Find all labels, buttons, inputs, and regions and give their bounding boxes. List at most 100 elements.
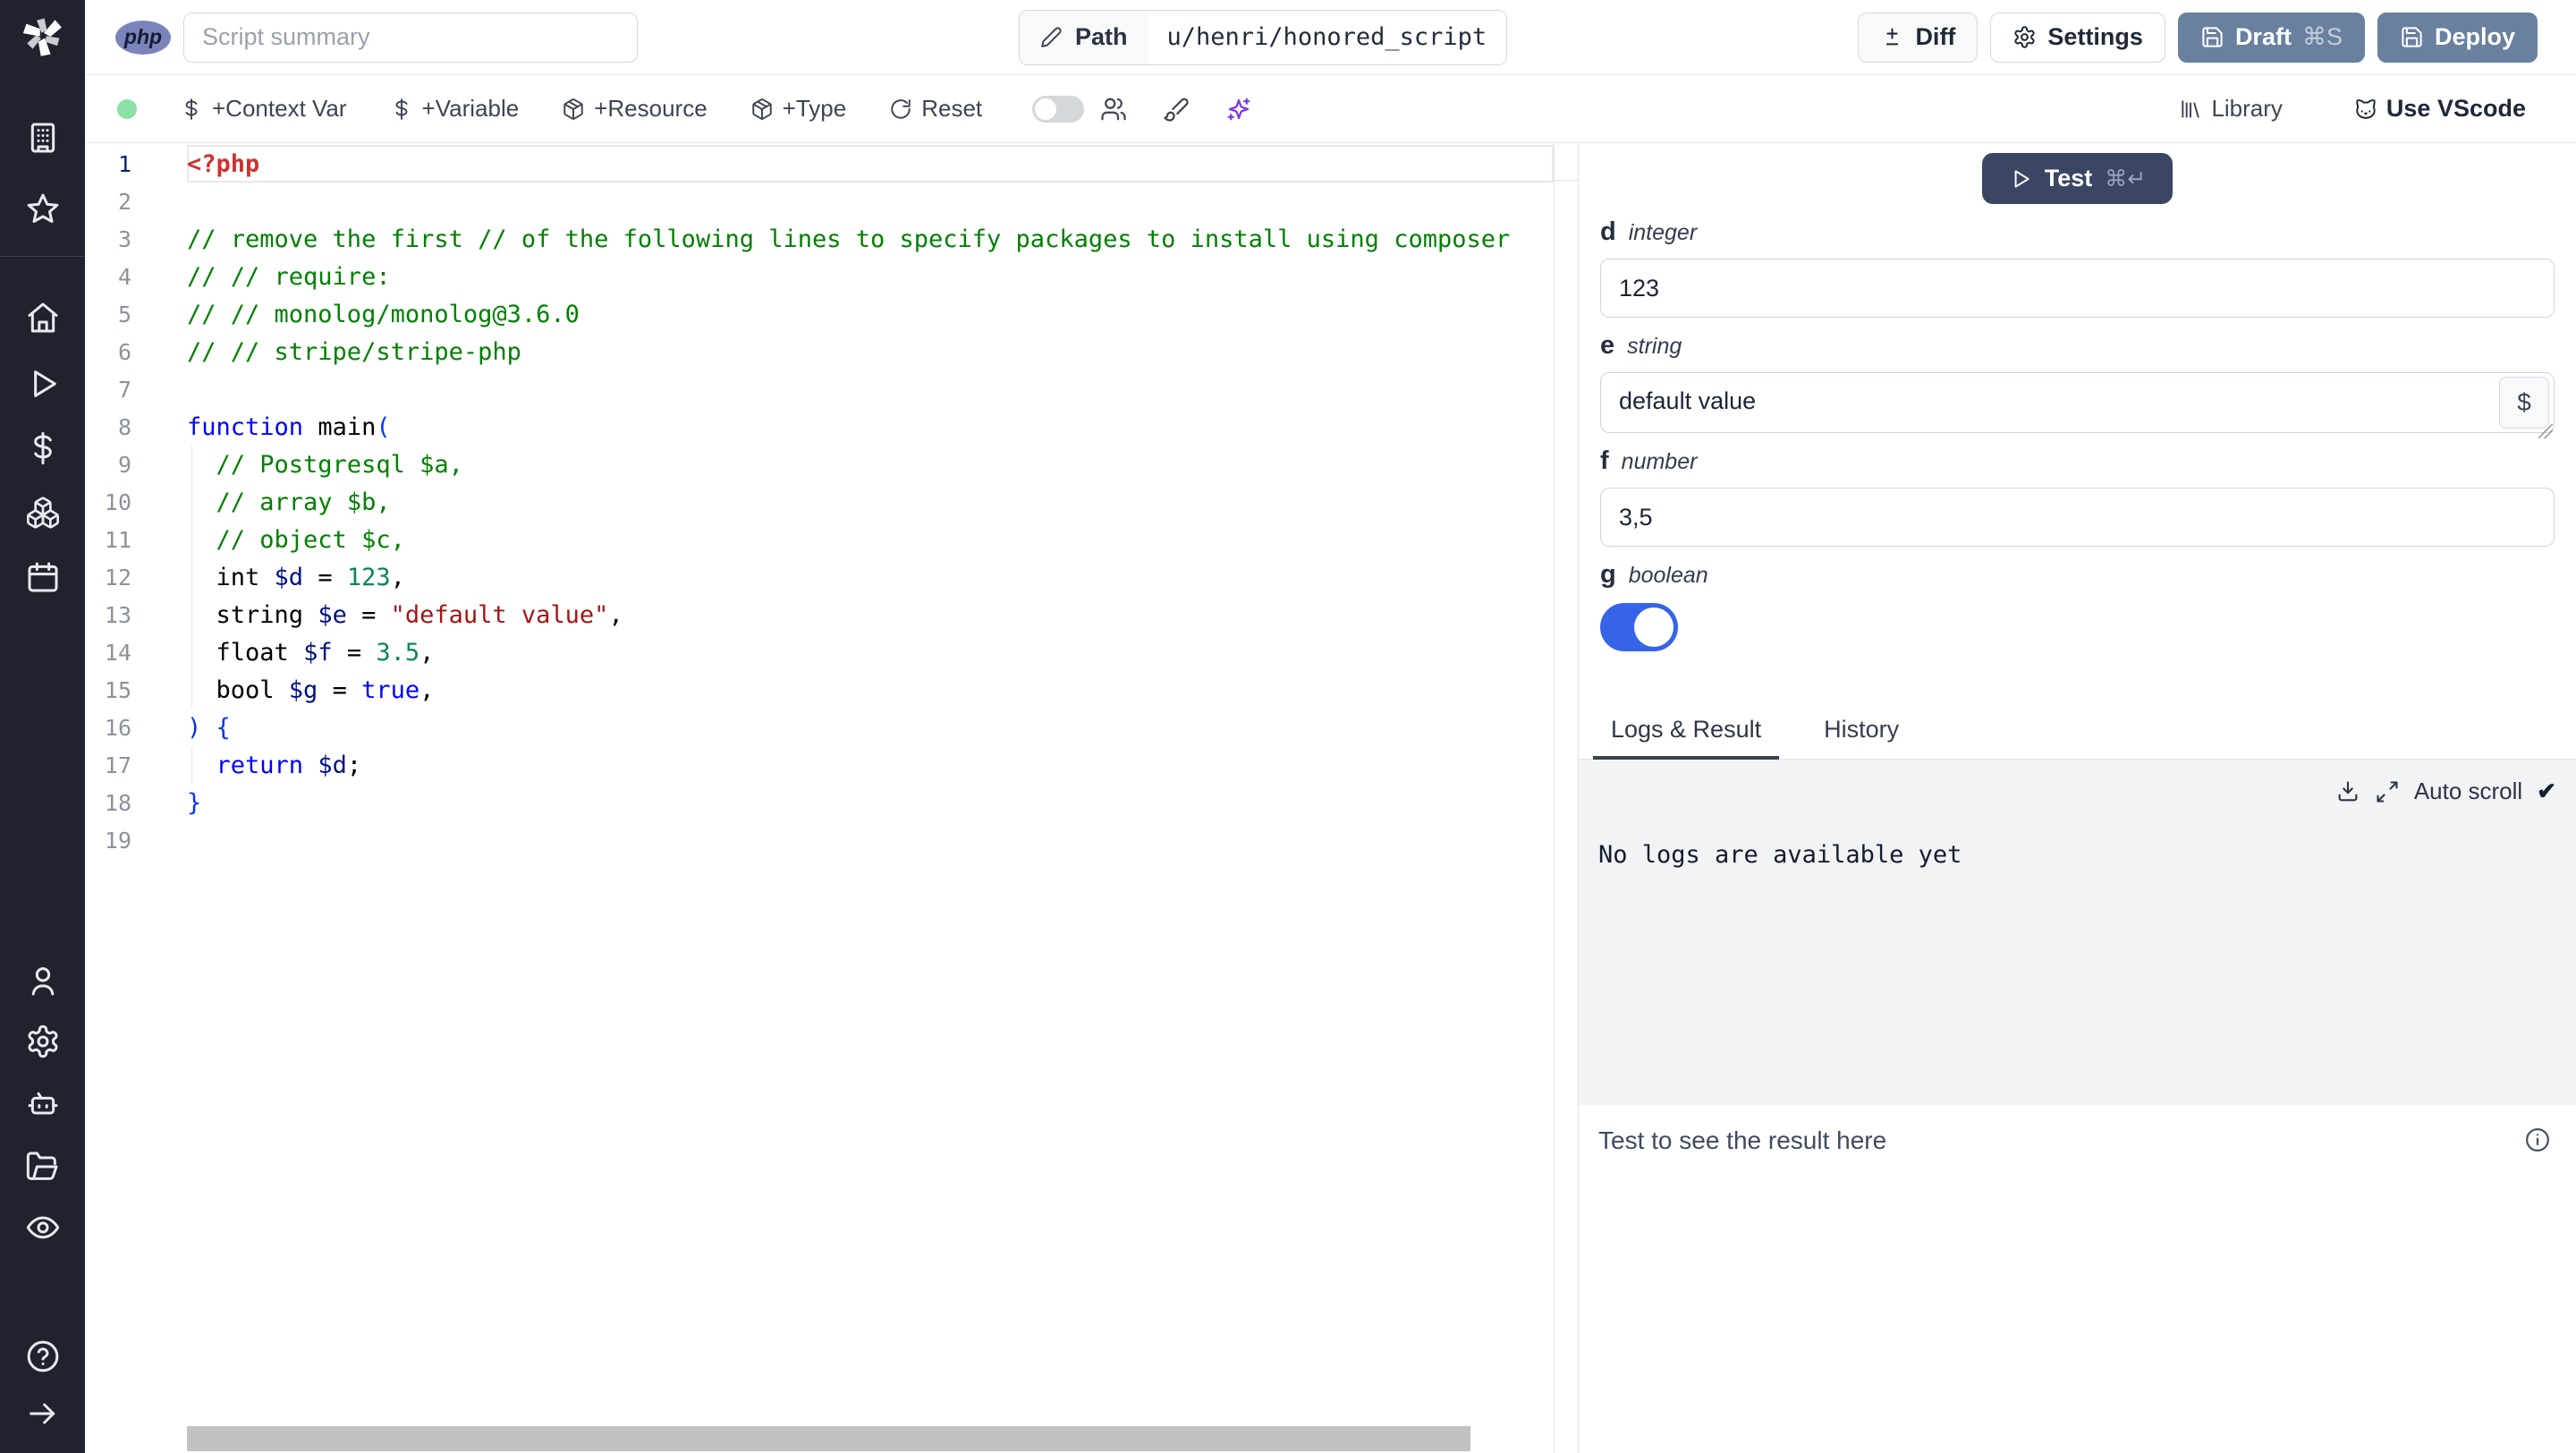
line-content: ) { bbox=[187, 713, 231, 742]
code-line: 7 bbox=[85, 370, 1554, 408]
diff-button[interactable]: Diff bbox=[1858, 12, 1979, 63]
library-button[interactable]: Library bbox=[2179, 95, 2283, 123]
tab-logs-result[interactable]: Logs & Result bbox=[1593, 716, 1780, 760]
reset-icon bbox=[889, 98, 912, 121]
line-number: 2 bbox=[117, 188, 131, 215]
code-line: 18} bbox=[85, 784, 1554, 821]
line-content: bool $g = true, bbox=[187, 671, 1554, 709]
toolbar-toggle[interactable] bbox=[1032, 95, 1085, 123]
line-number: 19 bbox=[104, 827, 131, 854]
line-content: return $d; bbox=[187, 746, 1554, 784]
help-icon[interactable] bbox=[23, 1337, 63, 1376]
line-content: float $f = 3.5, bbox=[187, 633, 1554, 671]
splitter-handle[interactable] bbox=[1555, 143, 1578, 181]
panel-tabs: Logs & Result History bbox=[1579, 716, 2576, 760]
topbar: php Path u/henri/honored_script Diff bbox=[85, 0, 2576, 75]
panel-splitter[interactable] bbox=[1554, 143, 1579, 1453]
line-content: // object $c, bbox=[187, 521, 1554, 558]
draft-button[interactable]: Draft ⌘S bbox=[2177, 12, 2365, 63]
line-content bbox=[187, 370, 1554, 408]
path-label: Path bbox=[1075, 23, 1128, 50]
test-shortcut: ⌘↵ bbox=[2105, 166, 2147, 191]
line-number: 7 bbox=[117, 376, 131, 403]
logs-section: Auto scroll ✔ No logs are available yet bbox=[1579, 760, 2576, 1105]
autoscroll-label[interactable]: Auto scroll bbox=[2414, 777, 2522, 805]
line-number: 3 bbox=[117, 225, 131, 252]
expand-sidebar-arrow-icon[interactable] bbox=[23, 1394, 63, 1433]
sidebar bbox=[0, 0, 85, 1453]
pencil-icon bbox=[1039, 26, 1063, 49]
result-placeholder: Test to see the result here bbox=[1598, 1126, 1887, 1154]
code-line: 6 // // stripe/stripe-php bbox=[85, 333, 1554, 370]
variables-dollar-icon[interactable] bbox=[23, 429, 63, 468]
star-icon[interactable] bbox=[23, 190, 63, 229]
line-content: int $d = 123, bbox=[187, 558, 1554, 596]
folders-icon[interactable] bbox=[23, 1147, 63, 1186]
runs-play-icon[interactable] bbox=[23, 364, 63, 404]
resources-boxes-icon[interactable] bbox=[23, 493, 63, 532]
dollar-icon bbox=[390, 98, 413, 121]
add-type-button[interactable]: +Type bbox=[750, 95, 846, 123]
script-summary-input[interactable] bbox=[183, 12, 638, 63]
test-panel: Test ⌘↵ dintegerestring$fnumbergboolean … bbox=[1579, 143, 2576, 1453]
field-g-toggle[interactable] bbox=[1600, 603, 1678, 651]
windmill-logo-icon[interactable] bbox=[18, 11, 68, 61]
download-logs-icon[interactable] bbox=[2335, 779, 2360, 804]
tab-history[interactable]: History bbox=[1806, 716, 1917, 760]
field-name: e bbox=[1600, 331, 1615, 360]
line-content: // array $b, bbox=[187, 483, 1554, 521]
expand-logs-icon[interactable] bbox=[2375, 779, 2400, 804]
insert-variable-button[interactable]: $ bbox=[2499, 377, 2549, 429]
app-root: php Path u/henri/honored_script Diff bbox=[0, 0, 2576, 1453]
workers-bot-icon[interactable] bbox=[23, 1084, 63, 1124]
deploy-button[interactable]: Deploy bbox=[2377, 12, 2538, 63]
line-number: 12 bbox=[104, 564, 131, 591]
line-number: 9 bbox=[117, 451, 131, 478]
line-content bbox=[187, 183, 1554, 220]
add-variable-button[interactable]: +Variable bbox=[390, 95, 519, 123]
add-resource-button[interactable]: +Resource bbox=[562, 95, 708, 123]
format-brush-icon[interactable] bbox=[1163, 96, 1190, 123]
status-dot bbox=[117, 98, 137, 119]
result-section: Test to see the result here bbox=[1579, 1105, 2576, 1453]
field-name: g bbox=[1600, 560, 1616, 589]
field-f-input[interactable] bbox=[1600, 488, 2555, 547]
save-icon bbox=[2200, 25, 2224, 49]
schedules-calendar-icon[interactable] bbox=[23, 557, 63, 597]
path-widget[interactable]: Path u/henri/honored_script bbox=[1019, 9, 1508, 65]
line-number: 10 bbox=[104, 489, 131, 515]
users-icon[interactable] bbox=[1100, 96, 1127, 123]
reset-button[interactable]: Reset bbox=[889, 95, 982, 123]
line-number: 6 bbox=[117, 338, 131, 365]
line-content: function main( bbox=[187, 412, 391, 441]
line-number: 13 bbox=[104, 601, 131, 628]
field-type: integer bbox=[1628, 220, 1698, 245]
building-icon[interactable] bbox=[23, 118, 63, 157]
line-number: 4 bbox=[117, 263, 131, 290]
test-button[interactable]: Test ⌘↵ bbox=[1982, 153, 2173, 204]
code-line: 10 // array $b, bbox=[85, 483, 1554, 521]
audit-eye-icon[interactable] bbox=[23, 1208, 63, 1247]
field-e-textarea[interactable] bbox=[1600, 372, 2555, 433]
resize-handle[interactable] bbox=[2538, 424, 2553, 438]
ai-sparkles-icon[interactable] bbox=[1225, 96, 1252, 123]
line-content bbox=[187, 821, 1554, 859]
logs-empty-message: No logs are available yet bbox=[1598, 841, 1962, 869]
user-icon[interactable] bbox=[23, 961, 63, 1000]
dollar-icon bbox=[180, 98, 203, 121]
line-number: 11 bbox=[104, 526, 131, 553]
info-icon[interactable] bbox=[2524, 1126, 2551, 1153]
settings-button[interactable]: Settings bbox=[1990, 12, 2165, 63]
settings-gear-icon[interactable] bbox=[23, 1022, 63, 1061]
line-number: 18 bbox=[104, 789, 131, 816]
field-type: boolean bbox=[1628, 563, 1708, 588]
code-line: 19 bbox=[85, 821, 1554, 859]
use-vscode-button[interactable]: Use VScode bbox=[2354, 95, 2526, 123]
code-editor[interactable]: 1 <?php 2 3 // remove the first // of the fo… bbox=[85, 143, 1554, 1453]
home-icon[interactable] bbox=[23, 298, 63, 337]
autoscroll-check-icon[interactable]: ✔ bbox=[2537, 777, 2556, 805]
field-d-input[interactable] bbox=[1600, 259, 2555, 318]
editor-horizontal-scrollbar[interactable] bbox=[187, 1426, 1470, 1451]
add-context-var-button[interactable]: +Context Var bbox=[180, 95, 347, 123]
editor-toolbar: +Context Var +Variable +Resource +Type R… bbox=[85, 75, 2576, 143]
